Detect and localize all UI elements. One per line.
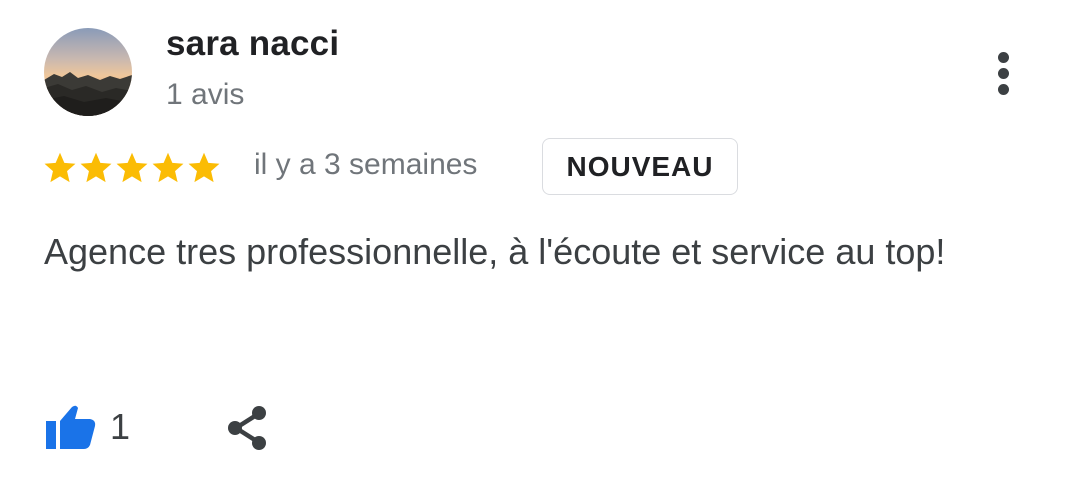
star-icon <box>44 152 76 183</box>
star-icon <box>116 152 148 183</box>
new-badge: NOUVEAU <box>542 138 738 195</box>
more-vert-icon[interactable] <box>990 50 1018 98</box>
review-date: il y a 3 semaines <box>254 148 478 181</box>
reviewer-review-count: 1 avis <box>166 78 245 111</box>
avatar-photo <box>44 28 132 116</box>
menu-dot <box>998 84 1009 95</box>
reviewer-name[interactable]: sara nacci <box>166 24 339 64</box>
like-button[interactable] <box>44 402 98 452</box>
avatar[interactable] <box>44 28 132 116</box>
star-icon <box>152 152 184 183</box>
share-button[interactable] <box>222 404 272 454</box>
star-icon <box>80 152 112 183</box>
menu-dot <box>998 68 1009 79</box>
review-text: Agence tres professionnelle, à l'écoute … <box>44 231 946 272</box>
star-rating <box>42 150 222 186</box>
like-count: 1 <box>110 406 131 447</box>
review-card: sara nacci 1 avis il y a 3 semaines NOUV… <box>0 0 1080 484</box>
menu-dot <box>998 52 1009 63</box>
star-icon <box>188 152 220 183</box>
share-icon <box>228 406 266 450</box>
thumbs-up-icon <box>46 405 96 449</box>
